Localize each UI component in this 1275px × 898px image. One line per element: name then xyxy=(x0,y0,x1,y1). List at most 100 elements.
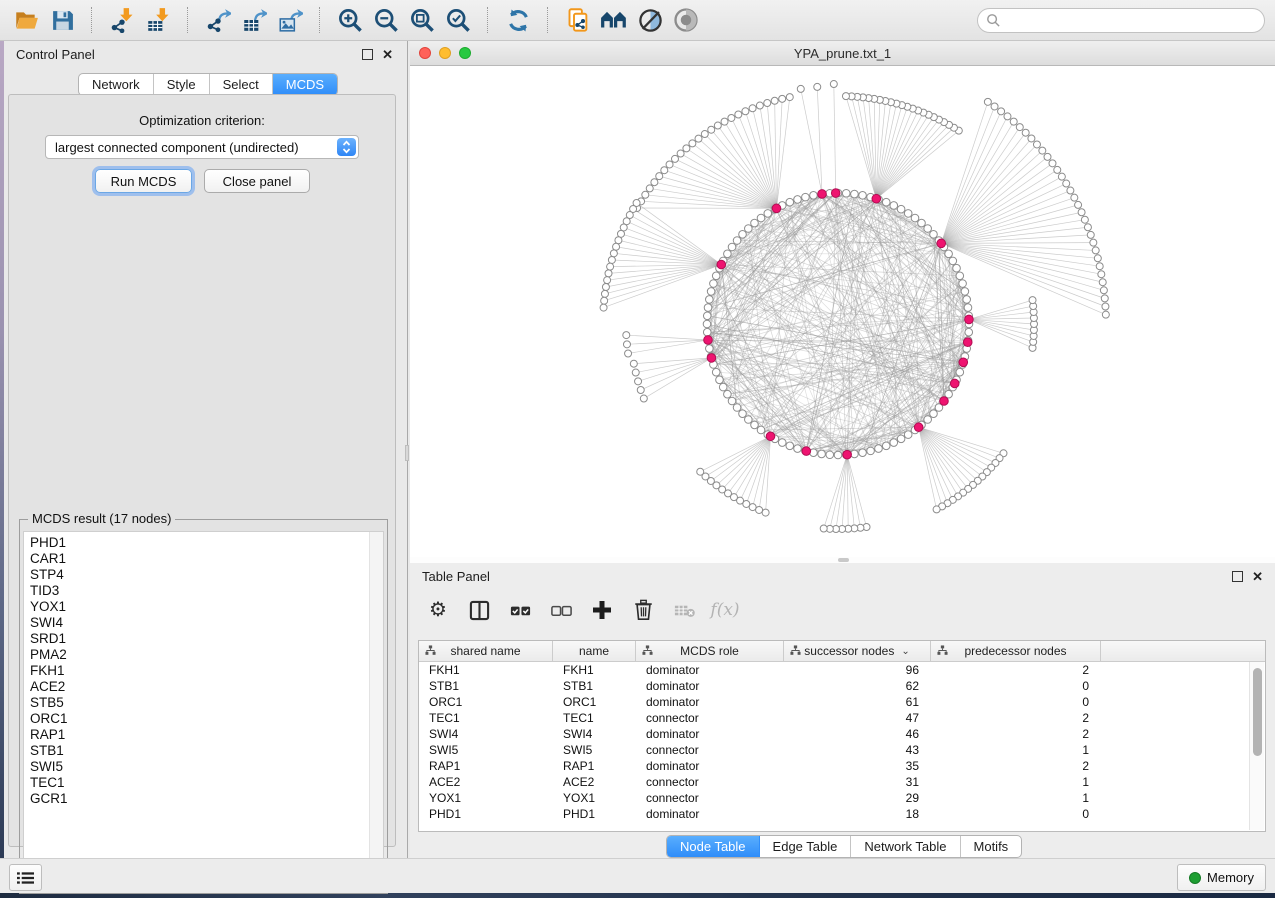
select-stepper-icon xyxy=(337,138,356,156)
table-scrollbar-thumb[interactable] xyxy=(1253,668,1262,756)
table-row[interactable]: ORC1 ORC1 dominator 61 0 xyxy=(419,694,1265,710)
mcds-result-item[interactable]: PHD1 xyxy=(24,535,369,551)
mcds-result-item[interactable]: YOX1 xyxy=(24,599,369,615)
table-row[interactable]: FKH1 FKH1 dominator 96 2 xyxy=(419,662,1265,678)
cell-name: ORC1 xyxy=(553,694,636,710)
table-row[interactable]: STB1 STB1 dominator 62 0 xyxy=(419,678,1265,694)
column-header-predecessor-nodes[interactable]: predecessor nodes xyxy=(931,641,1101,661)
mcds-result-list[interactable]: PHD1CAR1STP4TID3YOX1SWI4SRD1PMA2FKH1ACE2… xyxy=(23,531,384,889)
tab-select[interactable]: Select xyxy=(210,74,273,95)
cell-successor-nodes: 96 xyxy=(784,662,931,678)
table-row[interactable]: YOX1 YOX1 connector 29 1 xyxy=(419,790,1265,806)
first-neighbors-icon[interactable] xyxy=(598,4,630,36)
search-box[interactable] xyxy=(977,8,1265,33)
mcds-result-item[interactable]: TEC1 xyxy=(24,775,369,791)
deselect-all-icon[interactable] xyxy=(549,598,573,622)
close-panel-icon[interactable]: ✕ xyxy=(382,48,393,61)
open-session-icon[interactable] xyxy=(10,4,42,36)
zoom-fit-icon[interactable] xyxy=(406,4,438,36)
tab-edge-table[interactable]: Edge Table xyxy=(760,836,852,857)
export-table-icon[interactable] xyxy=(238,4,270,36)
tab-network-table[interactable]: Network Table xyxy=(851,836,960,857)
mcds-list-scrollbar[interactable] xyxy=(369,532,383,888)
column-header-successor-nodes[interactable]: successor nodes ⌄ xyxy=(784,641,931,661)
mcds-result-item[interactable]: SWI5 xyxy=(24,759,369,775)
mcds-result-item[interactable]: CAR1 xyxy=(24,551,369,567)
zoom-out-icon[interactable] xyxy=(370,4,402,36)
mcds-result-item[interactable]: ACE2 xyxy=(24,679,369,695)
tab-motifs[interactable]: Motifs xyxy=(961,836,1022,857)
table-row[interactable]: ACE2 ACE2 connector 31 1 xyxy=(419,774,1265,790)
search-input[interactable] xyxy=(1005,12,1256,29)
float-panel-icon[interactable] xyxy=(1232,571,1243,582)
clone-network-icon[interactable] xyxy=(562,4,594,36)
mcds-result-item[interactable]: GCR1 xyxy=(24,791,369,807)
refresh-icon[interactable] xyxy=(502,4,534,36)
mcds-result-item[interactable]: FKH1 xyxy=(24,663,369,679)
cell-successor-nodes: 47 xyxy=(784,710,931,726)
column-header-shared-name[interactable]: shared name xyxy=(419,641,553,661)
show-columns-icon[interactable] xyxy=(467,598,491,622)
tab-style[interactable]: Style xyxy=(154,74,210,95)
tab-node-table[interactable]: Node Table xyxy=(667,836,760,857)
import-table-icon[interactable] xyxy=(142,4,174,36)
cell-name: STB1 xyxy=(553,678,636,694)
mcds-result-item[interactable]: RAP1 xyxy=(24,727,369,743)
tab-mcds[interactable]: MCDS xyxy=(273,74,337,95)
hide-selected-icon[interactable] xyxy=(634,4,666,36)
log-console-button[interactable] xyxy=(9,864,42,891)
table-row[interactable]: PHD1 PHD1 dominator 18 0 xyxy=(419,806,1265,822)
mcds-result-item[interactable]: TID3 xyxy=(24,583,369,599)
import-network-icon[interactable] xyxy=(106,4,138,36)
cell-successor-nodes: 29 xyxy=(784,790,931,806)
close-panel-button[interactable]: Close panel xyxy=(204,169,310,193)
export-image-icon[interactable] xyxy=(274,4,306,36)
main-toolbar xyxy=(0,0,1275,41)
table-row[interactable]: SWI5 SWI5 connector 43 1 xyxy=(419,742,1265,758)
delete-icon[interactable] xyxy=(631,598,655,622)
network-canvas[interactable] xyxy=(410,66,1275,557)
select-all-icon[interactable] xyxy=(508,598,532,622)
table-row[interactable]: RAP1 RAP1 dominator 35 2 xyxy=(419,758,1265,774)
close-panel-icon[interactable]: ✕ xyxy=(1252,570,1263,583)
zoom-in-icon[interactable] xyxy=(334,4,366,36)
mcds-result-item[interactable]: STB1 xyxy=(24,743,369,759)
cell-shared-name: PHD1 xyxy=(419,806,553,822)
cell-name: RAP1 xyxy=(553,758,636,774)
column-header-name[interactable]: name xyxy=(553,641,636,661)
add-icon[interactable] xyxy=(590,598,614,622)
memory-button[interactable]: Memory xyxy=(1177,864,1266,891)
column-header-mcds-role[interactable]: MCDS role xyxy=(636,641,784,661)
table-scrollbar[interactable] xyxy=(1249,662,1264,830)
mcds-result-item[interactable]: SRD1 xyxy=(24,631,369,647)
mcds-tab-content: Optimization criterion: largest connecte… xyxy=(8,94,396,847)
cell-predecessor-nodes: 2 xyxy=(931,758,1101,774)
export-network-icon[interactable] xyxy=(202,4,234,36)
mcds-result-item[interactable]: ORC1 xyxy=(24,711,369,727)
splitter-grip[interactable] xyxy=(405,445,409,461)
show-all-icon[interactable] xyxy=(670,4,702,36)
function-builder-icon: f(x) xyxy=(713,598,737,622)
cell-successor-nodes: 46 xyxy=(784,726,931,742)
mcds-result-groupbox: MCDS result (17 nodes) PHD1CAR1STP4TID3Y… xyxy=(19,519,388,894)
save-session-icon[interactable] xyxy=(46,4,78,36)
cell-shared-name: YOX1 xyxy=(419,790,553,806)
mcds-result-item[interactable]: STB5 xyxy=(24,695,369,711)
tab-network[interactable]: Network xyxy=(79,74,154,95)
table-row[interactable]: SWI4 SWI4 dominator 46 2 xyxy=(419,726,1265,742)
cell-successor-nodes: 18 xyxy=(784,806,931,822)
mcds-result-item[interactable]: PMA2 xyxy=(24,647,369,663)
mcds-result-item[interactable]: SWI4 xyxy=(24,615,369,631)
splitter-grip[interactable] xyxy=(838,558,849,562)
cell-shared-name: SWI4 xyxy=(419,726,553,742)
table-row[interactable]: TEC1 TEC1 connector 47 2 xyxy=(419,710,1265,726)
run-mcds-button[interactable]: Run MCDS xyxy=(95,169,192,193)
table-settings-icon[interactable]: ⚙ xyxy=(426,598,450,622)
float-panel-icon[interactable] xyxy=(362,49,373,60)
cell-filler xyxy=(1101,678,1265,694)
zoom-selected-icon[interactable] xyxy=(442,4,474,36)
optimization-criterion-select[interactable]: largest connected component (undirected) xyxy=(45,135,359,159)
mcds-result-item[interactable]: STP4 xyxy=(24,567,369,583)
node-table[interactable]: shared name name MCDS role successor nod… xyxy=(418,640,1266,832)
cell-mcds-role: dominator xyxy=(636,758,784,774)
